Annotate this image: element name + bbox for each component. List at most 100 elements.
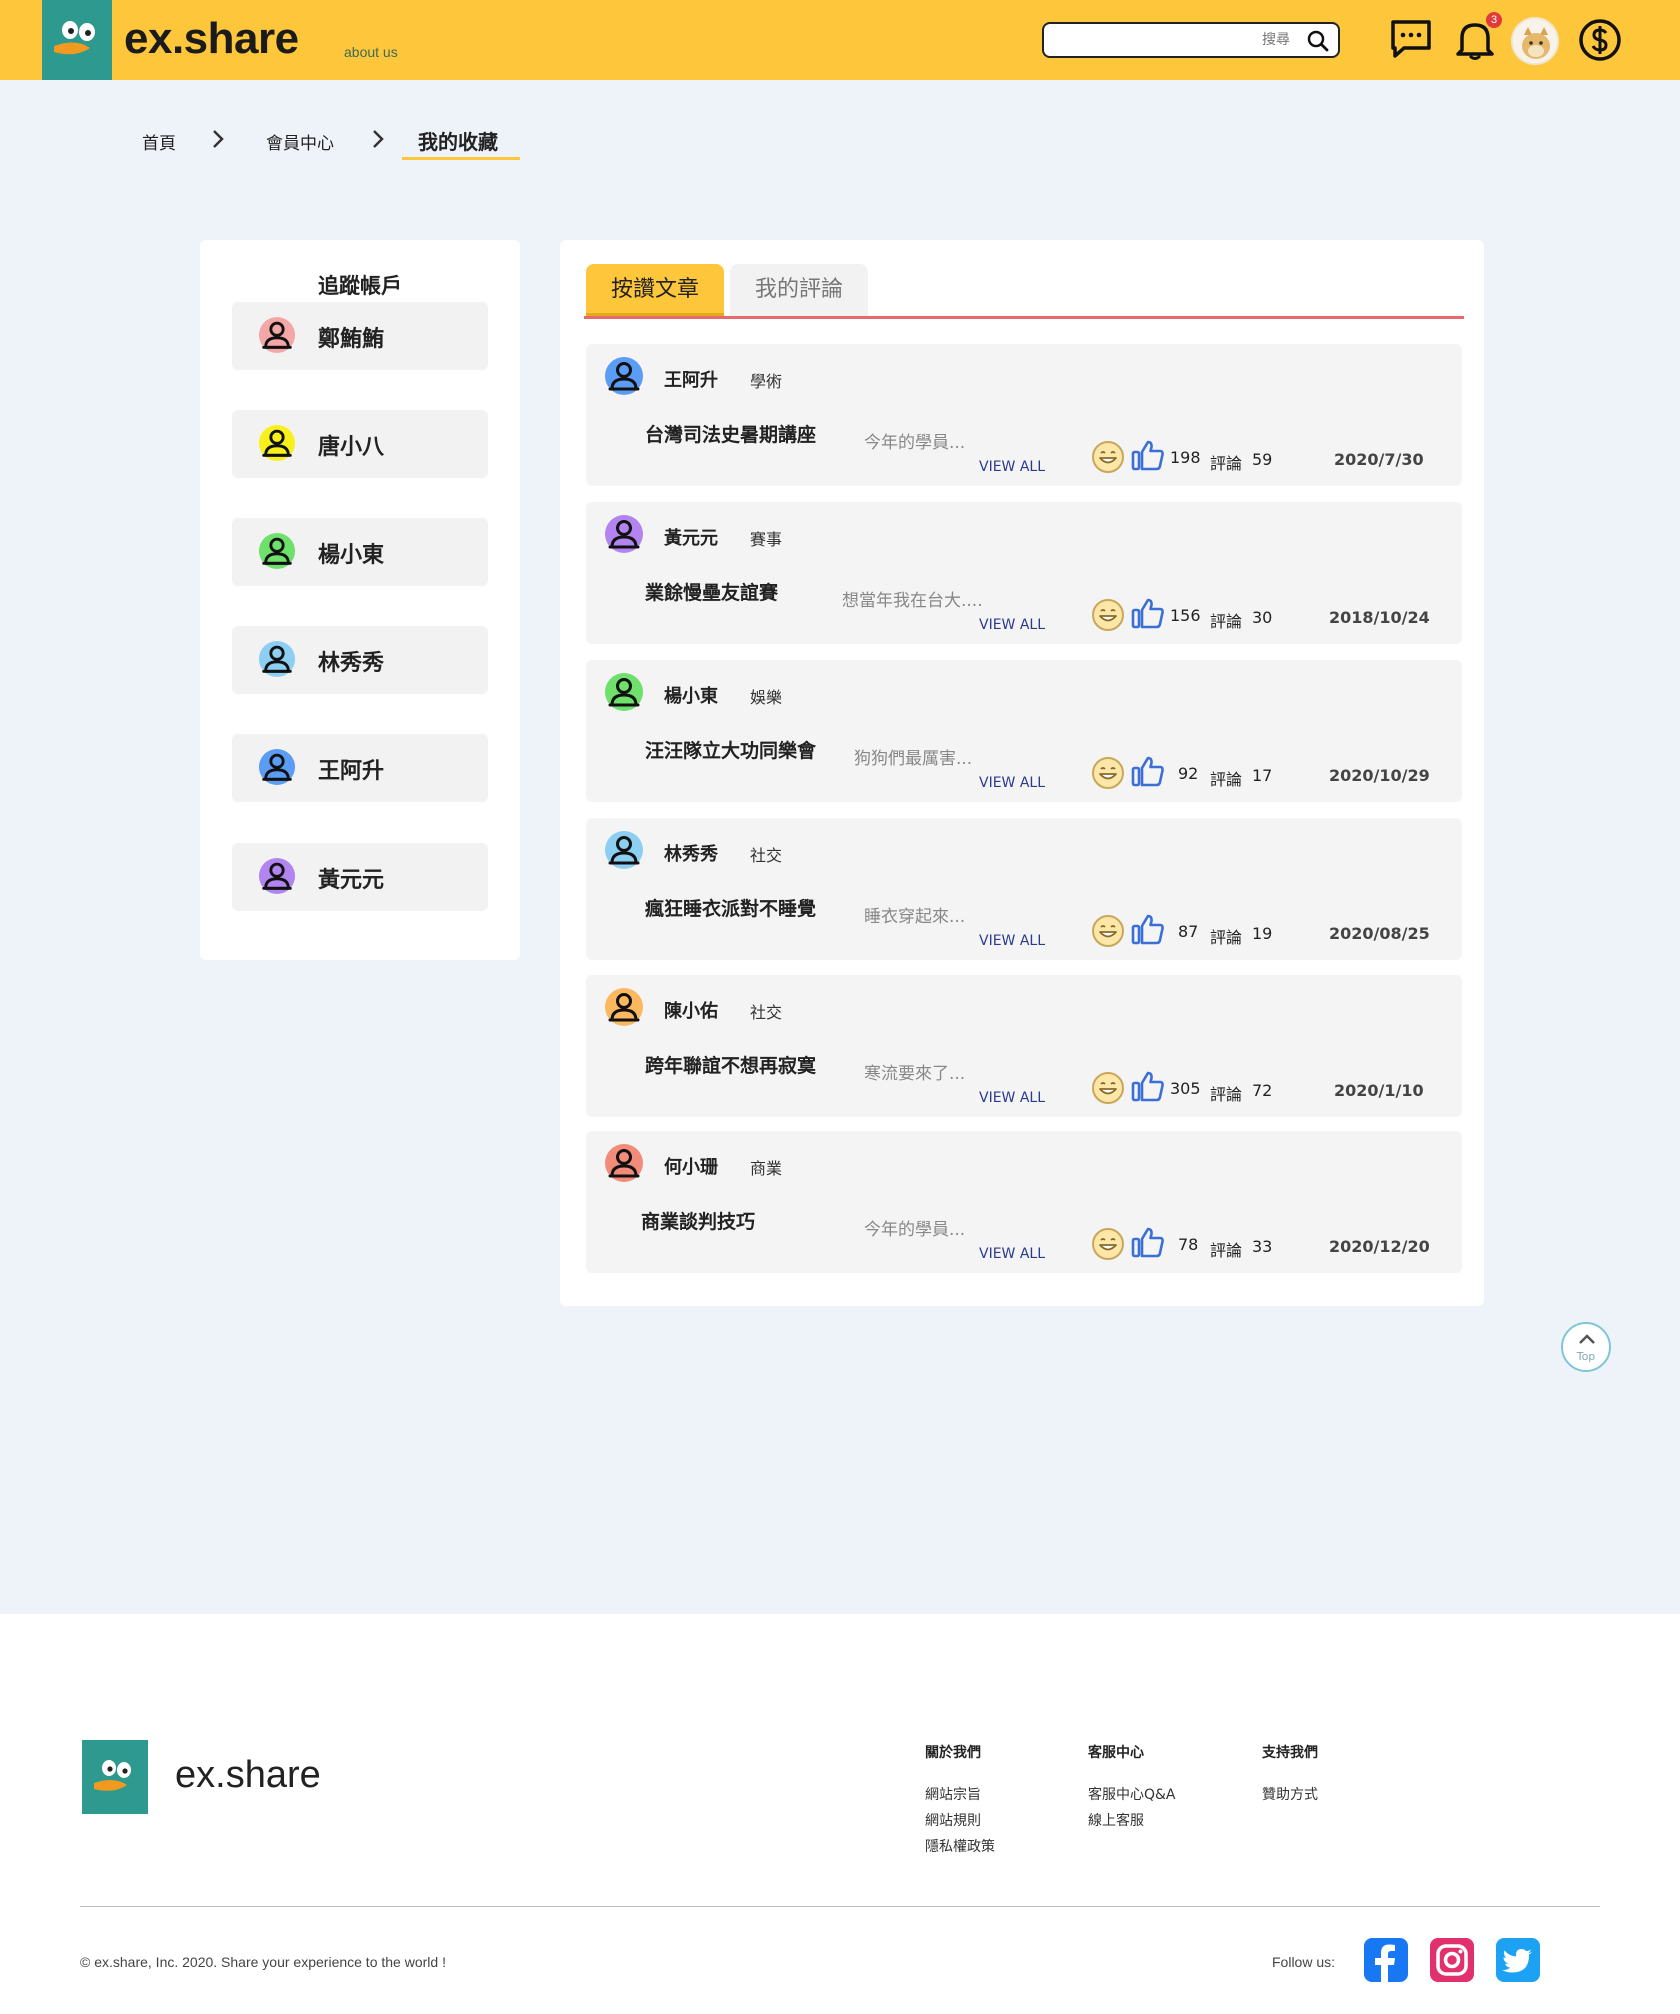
article-author[interactable]: 王阿升	[664, 366, 718, 392]
followed-account-name: 唐小八	[318, 435, 385, 460]
author-avatar-icon[interactable]	[604, 356, 644, 400]
footer-link[interactable]: 線上客服	[1088, 1810, 1176, 1830]
followed-account-item[interactable]: 楊小東	[232, 518, 488, 586]
footer-brand-name[interactable]: ex.share	[175, 1754, 321, 1797]
brand-name[interactable]: ex.share	[124, 14, 299, 64]
dollar-icon[interactable]	[1578, 18, 1622, 66]
view-all-link[interactable]: VIEW ALL	[979, 617, 1045, 633]
breadcrumb-home[interactable]: 首頁	[142, 129, 176, 154]
author-avatar-icon[interactable]	[604, 987, 644, 1031]
comment-label: 評論	[1210, 770, 1243, 789]
article-excerpt: 睡衣穿起來...	[864, 907, 966, 927]
comment-count: 30	[1252, 608, 1273, 627]
view-all-link[interactable]: VIEW ALL	[979, 1090, 1045, 1106]
thumbs-up-icon[interactable]	[1130, 437, 1166, 477]
footer-link[interactable]: 贊助方式	[1262, 1784, 1318, 1804]
author-avatar-icon[interactable]	[604, 1143, 644, 1187]
followed-account-name: 鄭鮪鮪	[318, 327, 385, 352]
followed-account-item[interactable]: 唐小八	[232, 410, 488, 478]
brand-logo-icon[interactable]	[42, 0, 112, 80]
article-excerpt: 想當年我在台大....	[842, 591, 983, 611]
liked-article-card[interactable]: 陳小佑 社交 跨年聯誼不想再寂寞 寒流要來了... VIEW ALL 305 評論 72 202…	[586, 975, 1462, 1117]
author-avatar-icon[interactable]	[604, 672, 644, 716]
instagram-icon[interactable]	[1430, 1938, 1474, 1982]
thumbs-up-icon[interactable]	[1130, 595, 1166, 635]
favorites-panel: 按讚文章 我的評論 王阿升 學術 台灣司法史暑期講座 今年的學員... VIEW ALL…	[560, 240, 1484, 1306]
comment-label: 評論	[1210, 928, 1243, 947]
footer-link[interactable]: 客服中心Q&A	[1088, 1784, 1176, 1804]
breadcrumb-current: 我的收藏	[418, 130, 498, 154]
smile-reaction-icon[interactable]	[1091, 440, 1125, 478]
smile-reaction-icon[interactable]	[1091, 1071, 1125, 1109]
like-count: 78	[1178, 1235, 1199, 1254]
article-title[interactable]: 汪汪隊立大功同樂會	[645, 736, 816, 763]
chat-icon[interactable]	[1388, 16, 1434, 66]
article-category[interactable]: 商業	[750, 1155, 782, 1179]
tab-liked-articles[interactable]: 按讚文章	[586, 264, 724, 316]
smile-reaction-icon[interactable]	[1091, 756, 1125, 794]
user-avatar-icon	[258, 748, 296, 790]
followed-account-item[interactable]: 鄭鮪鮪	[232, 302, 488, 370]
article-author[interactable]: 黃元元	[664, 524, 718, 550]
view-all-link[interactable]: VIEW ALL	[979, 459, 1045, 475]
article-excerpt: 寒流要來了...	[864, 1064, 966, 1084]
liked-article-card[interactable]: 王阿升 學術 台灣司法史暑期講座 今年的學員... VIEW ALL 198 評論 59 202…	[586, 344, 1462, 486]
facebook-icon[interactable]	[1364, 1938, 1408, 1982]
view-all-link[interactable]: VIEW ALL	[979, 775, 1045, 791]
back-to-top-button[interactable]: Top	[1561, 1322, 1611, 1372]
footer-link[interactable]: 隱私權政策	[925, 1836, 995, 1856]
followed-account-item[interactable]: 黃元元	[232, 843, 488, 911]
article-title[interactable]: 業餘慢壘友誼賽	[645, 578, 778, 605]
article-category[interactable]: 娛樂	[750, 684, 782, 708]
footer-link[interactable]: 網站規則	[925, 1810, 995, 1830]
followed-account-item[interactable]: 王阿升	[232, 734, 488, 802]
article-title[interactable]: 台灣司法史暑期講座	[645, 420, 816, 447]
smile-reaction-icon[interactable]	[1091, 914, 1125, 952]
comment-count: 72	[1252, 1081, 1273, 1100]
user-avatar[interactable]	[1511, 17, 1559, 65]
footer-logo-icon[interactable]	[82, 1740, 148, 1814]
author-avatar-icon[interactable]	[604, 514, 644, 558]
about-us-link[interactable]: about us	[344, 44, 398, 60]
search-input[interactable]	[1054, 29, 1290, 51]
search-icon[interactable]	[1306, 29, 1330, 57]
comment-label: 評論	[1210, 1241, 1243, 1260]
article-category[interactable]: 學術	[750, 368, 782, 392]
followed-account-name: 黃元元	[318, 868, 385, 893]
thumbs-up-icon[interactable]	[1130, 911, 1166, 951]
liked-article-card[interactable]: 楊小東 娛樂 汪汪隊立大功同樂會 狗狗們最厲害... VIEW ALL 92 評論 17 202…	[586, 660, 1462, 802]
comment-label: 評論	[1210, 612, 1243, 631]
twitter-icon[interactable]	[1496, 1938, 1540, 1982]
liked-article-card[interactable]: 林秀秀 社交 瘋狂睡衣派對不睡覺 睡衣穿起來... VIEW ALL 87 評論 19 2020…	[586, 818, 1462, 960]
article-category[interactable]: 社交	[750, 842, 782, 866]
thumbs-up-icon[interactable]	[1130, 1068, 1166, 1108]
article-author[interactable]: 何小珊	[664, 1153, 718, 1179]
article-author[interactable]: 陳小佑	[664, 997, 718, 1023]
search-box[interactable]	[1042, 22, 1340, 58]
comment-count: 19	[1252, 924, 1273, 943]
user-avatar-icon	[258, 316, 296, 358]
footer-link[interactable]: 網站宗旨	[925, 1784, 995, 1804]
followed-account-item[interactable]: 林秀秀	[232, 626, 488, 694]
article-title[interactable]: 商業談判技巧	[641, 1207, 755, 1234]
liked-article-card[interactable]: 何小珊 商業 商業談判技巧 今年的學員... VIEW ALL 78 評論 33 2020/12…	[586, 1131, 1462, 1273]
liked-article-card[interactable]: 黃元元 賽事 業餘慢壘友誼賽 想當年我在台大.... VIEW ALL 156 評論 30 20…	[586, 502, 1462, 644]
smile-reaction-icon[interactable]	[1091, 598, 1125, 636]
author-avatar-icon[interactable]	[604, 830, 644, 874]
article-author[interactable]: 楊小東	[664, 682, 718, 708]
smile-reaction-icon[interactable]	[1091, 1227, 1125, 1265]
article-title[interactable]: 跨年聯誼不想再寂寞	[645, 1051, 816, 1078]
article-category[interactable]: 社交	[750, 999, 782, 1023]
thumbs-up-icon[interactable]	[1130, 753, 1166, 793]
tab-my-comments[interactable]: 我的評論	[730, 264, 868, 316]
breadcrumb-member-center[interactable]: 會員中心	[266, 129, 334, 154]
back-to-top-label: Top	[1576, 1350, 1596, 1363]
like-count: 198	[1170, 448, 1201, 467]
thumbs-up-icon[interactable]	[1130, 1224, 1166, 1264]
article-title[interactable]: 瘋狂睡衣派對不睡覺	[645, 894, 816, 921]
article-author[interactable]: 林秀秀	[664, 840, 718, 866]
view-all-link[interactable]: VIEW ALL	[979, 1246, 1045, 1262]
view-all-link[interactable]: VIEW ALL	[979, 933, 1045, 949]
article-category[interactable]: 賽事	[750, 526, 782, 550]
article-date: 2020/1/10	[1334, 1081, 1424, 1100]
